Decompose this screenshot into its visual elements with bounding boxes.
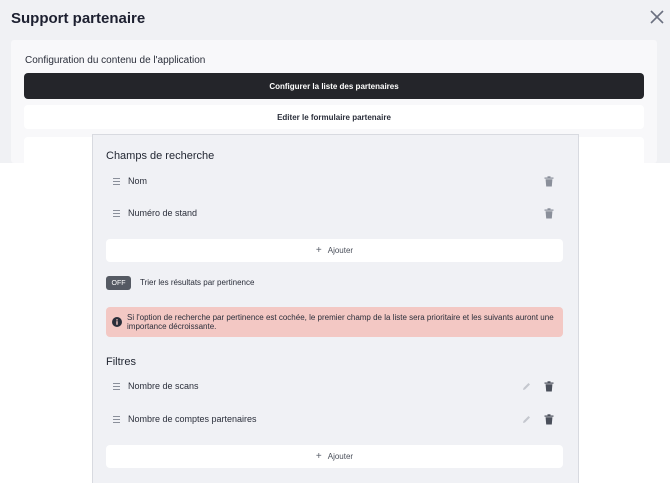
drag-handle-icon[interactable] [113, 415, 123, 423]
drag-handle-icon[interactable] [113, 209, 123, 217]
trash-icon[interactable] [544, 207, 554, 219]
pencil-icon[interactable] [522, 415, 531, 424]
plus-icon: + [315, 245, 322, 256]
alert-text: Si l'option de recherche par pertinence … [127, 313, 554, 331]
configure-partners-list-button[interactable]: Configurer la liste des partenaires [24, 73, 644, 99]
add-label: Ajouter [327, 452, 354, 461]
filter-label: Nombre de comptes partenaires [128, 414, 257, 424]
add-filter-button[interactable]: + Ajouter [106, 445, 563, 468]
relevance-info-alert: Si l'option de recherche par pertinence … [106, 307, 563, 337]
drag-handle-icon[interactable] [113, 382, 123, 390]
filter-row: Nombre de comptes partenaires [106, 406, 563, 432]
plus-icon: + [315, 451, 322, 462]
relevance-toggle[interactable]: OFF [106, 276, 131, 290]
trash-icon[interactable] [544, 380, 554, 392]
search-field-row: Nom [106, 168, 563, 194]
filter-row: Nombre de scans [106, 373, 563, 399]
config-section-label: Configuration du contenu de l'applicatio… [25, 55, 206, 66]
close-icon[interactable] [648, 8, 666, 26]
add-search-field-button[interactable]: + Ajouter [106, 239, 563, 262]
edit-partner-form-button[interactable]: Editer le formulaire partenaire [24, 105, 644, 129]
trash-icon[interactable] [544, 413, 554, 425]
pencil-icon[interactable] [522, 382, 531, 391]
search-field-row: Numéro de stand [106, 200, 563, 226]
add-label: Ajouter [327, 246, 354, 255]
modal-title: Support partenaire [11, 10, 146, 27]
search-field-label: Nom [128, 176, 148, 186]
relevance-toggle-label: Trier les résultats par pertinence [140, 278, 255, 287]
search-fields-title: Champs de recherche [106, 150, 215, 162]
info-icon [112, 317, 122, 327]
filter-label: Nombre de scans [128, 381, 199, 391]
search-field-label: Numéro de stand [128, 208, 198, 218]
filters-title: Filtres [106, 356, 136, 368]
trash-icon[interactable] [544, 175, 554, 187]
drag-handle-icon[interactable] [113, 177, 123, 185]
